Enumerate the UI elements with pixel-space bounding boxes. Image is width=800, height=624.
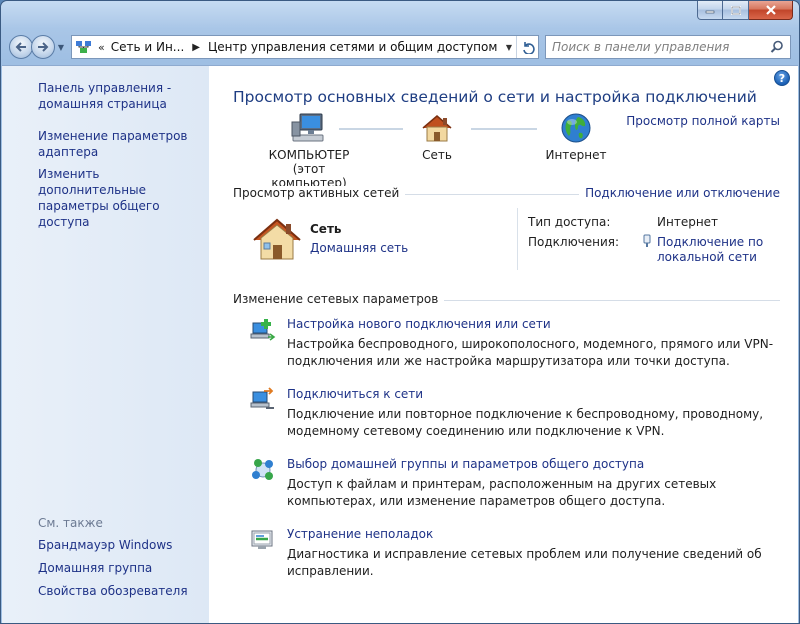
- windows-firewall-link[interactable]: Брандмауэр Windows: [38, 537, 172, 553]
- home-network-large-icon[interactable]: [251, 216, 303, 262]
- maximize-icon: [730, 5, 741, 15]
- left-navigation-pane: Панель управления - домашняя страница Из…: [2, 66, 209, 623]
- internet-options-link[interactable]: Свойства обозревателя: [38, 583, 188, 599]
- breadcrumb-overflow[interactable]: «: [98, 41, 105, 54]
- active-networks-heading: Просмотр активных сетей: [233, 186, 406, 200]
- change-adapter-settings-link[interactable]: Изменение параметров адаптера: [38, 128, 188, 160]
- task-description: Подключение или повторное подключение к …: [287, 407, 764, 438]
- address-dropdown-icon[interactable]: ▼: [502, 36, 516, 58]
- ethernet-plug-icon: [643, 234, 651, 247]
- close-button[interactable]: [749, 1, 793, 20]
- network-folder-icon: [74, 37, 94, 57]
- troubleshoot-icon: [251, 530, 273, 549]
- close-icon: [765, 5, 776, 15]
- network-label: Сеть: [422, 148, 452, 162]
- access-type-value: Интернет: [657, 215, 719, 229]
- breadcrumb-segment-network[interactable]: Сеть и Ин...: [111, 40, 185, 54]
- connections-label: Подключения:: [528, 235, 620, 249]
- advanced-sharing-settings-link[interactable]: Изменить дополнительные параметры общего…: [38, 166, 209, 230]
- map-link-line: [339, 128, 403, 130]
- forward-button[interactable]: [31, 35, 55, 59]
- view-full-map-link[interactable]: Просмотр полной карты: [626, 114, 780, 128]
- task-description: Доступ к файлам и принтерам, расположенн…: [287, 477, 717, 508]
- help-icon[interactable]: ?: [774, 70, 790, 86]
- computer-icon: [291, 113, 324, 142]
- troubleshoot-problems-link[interactable]: Устранение неполадок: [287, 527, 433, 541]
- homegroup-link[interactable]: Домашняя группа: [38, 560, 152, 576]
- see-also-heading: См. также: [38, 516, 103, 530]
- new-connection-icon: [250, 319, 276, 341]
- maximize-button[interactable]: [723, 1, 749, 20]
- search-box[interactable]: [545, 35, 791, 59]
- homegroup-sharing-options-link[interactable]: Выбор домашней группы и параметров общег…: [287, 457, 644, 471]
- vertical-divider: [517, 208, 518, 270]
- address-row: ▼ « Сеть и Ин... ▶ Центр управления сетя…: [9, 33, 791, 61]
- globe-icon: [561, 113, 591, 143]
- search-input[interactable]: [552, 40, 762, 54]
- local-area-connection-link[interactable]: Подключение по локальной сети: [657, 235, 763, 265]
- active-network-name: Сеть: [310, 222, 342, 236]
- search-icon[interactable]: [770, 40, 784, 57]
- map-node-network[interactable]: Сеть: [401, 112, 473, 162]
- connect-network-icon: [250, 387, 274, 409]
- caption-buttons: [697, 1, 793, 21]
- map-link-line: [471, 128, 537, 130]
- minimize-button[interactable]: [697, 1, 723, 20]
- computer-label: КОМПЬЮТЕР: [268, 148, 350, 162]
- connect-disconnect-link[interactable]: Подключение или отключение: [579, 186, 780, 200]
- home-network-icon: [422, 115, 452, 142]
- refresh-button[interactable]: [516, 36, 538, 58]
- breadcrumb-separator-icon[interactable]: ▶: [192, 42, 200, 53]
- main-pane: ? Просмотр основных сведений о сети и на…: [209, 66, 798, 623]
- forward-arrow-icon: [38, 42, 49, 52]
- setup-new-connection-link[interactable]: Настройка нового подключения или сети: [287, 317, 551, 331]
- control-panel-home-link[interactable]: Панель управления - домашняя страница: [38, 80, 171, 112]
- back-button[interactable]: [9, 35, 33, 59]
- task-description: Настройка беспроводного, широкополосного…: [287, 337, 774, 368]
- task-description: Диагностика и исправление сетевых пробле…: [287, 547, 762, 578]
- recent-pages-dropdown[interactable]: ▼: [55, 35, 67, 59]
- window: ▼ « Сеть и Ин... ▶ Центр управления сетя…: [0, 0, 800, 624]
- map-node-computer: КОМПЬЮТЕР (этот компьютер): [257, 112, 361, 190]
- map-node-internet[interactable]: Интернет: [533, 112, 619, 162]
- breadcrumb-segment-center[interactable]: Центр управления сетями и общим доступом: [208, 40, 497, 54]
- page-title: Просмотр основных сведений о сети и наст…: [233, 88, 757, 106]
- homegroup-icon: [252, 459, 273, 480]
- internet-label: Интернет: [545, 148, 607, 162]
- refresh-icon: [522, 42, 535, 54]
- content-area: Панель управления - домашняя страница Из…: [2, 65, 798, 623]
- active-network-type-link[interactable]: Домашняя сеть: [310, 241, 408, 255]
- back-arrow-icon: [15, 42, 26, 52]
- access-type-label: Тип доступа:: [528, 215, 611, 229]
- connect-to-network-link[interactable]: Подключиться к сети: [287, 387, 423, 401]
- minimize-icon: [705, 10, 715, 14]
- breadcrumb[interactable]: « Сеть и Ин... ▶ Центр управления сетями…: [71, 35, 539, 59]
- change-settings-heading: Изменение сетевых параметров: [233, 292, 445, 306]
